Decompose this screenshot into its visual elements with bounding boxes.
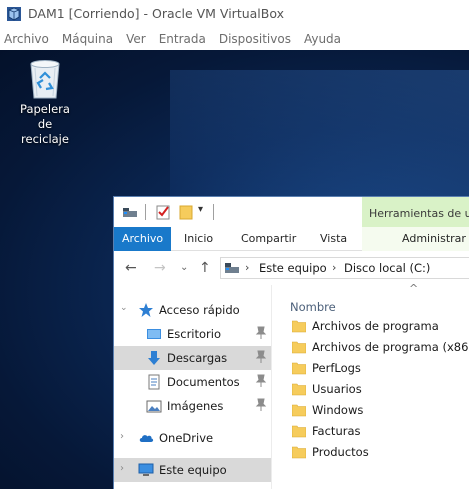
tab-compartir[interactable]: Compartir — [241, 227, 296, 251]
nav-item-documentos[interactable]: Documentos — [114, 370, 271, 394]
folder-name: Archivos de programa — [312, 319, 439, 333]
pc-drive-icon — [225, 263, 239, 273]
list-item[interactable]: Archivos de programa — [272, 316, 469, 337]
list-item[interactable]: Windows — [272, 400, 469, 421]
recycle-bin-shortcut[interactable]: Papelera de reciclaje — [14, 56, 76, 147]
nav-label: Documentos — [167, 375, 240, 389]
folder-icon — [292, 341, 306, 354]
menu-dispositivos[interactable]: Dispositivos — [219, 32, 291, 46]
toolbar-separator — [145, 204, 146, 220]
expand-chevron-icon[interactable]: › — [120, 463, 124, 474]
customize-toolbar-icon[interactable]: ▾ — [198, 204, 203, 220]
file-list[interactable]: ^ Nombre Archivos de programa Archivos d… — [272, 282, 469, 489]
forward-arrow-icon[interactable]: → — [154, 260, 166, 276]
nav-label: Escritorio — [167, 327, 222, 341]
folder-name: Productos — [312, 445, 369, 459]
recycle-bin-icon — [30, 60, 60, 99]
folder-name: Archivos de programa (x86) — [312, 340, 469, 354]
window-title: DAM1 [Corriendo] - Oracle VM VirtualBox — [28, 6, 285, 21]
pin-icon[interactable] — [255, 326, 267, 340]
nav-item-descargas[interactable]: Descargas — [114, 346, 271, 370]
folder-icon — [292, 362, 306, 375]
file-explorer-window[interactable]: ▾ Herramientas de unidad Archivo Inicio … — [113, 196, 469, 489]
nav-item-onedrive[interactable]: › OneDrive — [114, 426, 271, 450]
folder-icon — [292, 383, 306, 396]
properties-icon[interactable] — [155, 204, 171, 220]
quick-access-toolbar: ▾ Herramientas de unidad — [114, 197, 469, 227]
nav-label: Descargas — [167, 351, 228, 365]
expand-chevron-icon[interactable]: › — [120, 431, 124, 442]
list-item[interactable]: PerfLogs — [272, 358, 469, 379]
navigation-pane: ⌄ Acceso rápido Escritorio Descargas Doc… — [114, 285, 271, 489]
nav-label: Imágenes — [167, 399, 224, 413]
nav-label: OneDrive — [159, 431, 214, 445]
list-item[interactable]: Facturas — [272, 421, 469, 442]
toolbar-separator — [213, 204, 214, 220]
list-item[interactable]: Archivos de programa (x86) — [272, 337, 469, 358]
folder-icon — [292, 446, 306, 459]
computer-icon — [138, 463, 154, 476]
download-arrow-icon — [148, 351, 160, 365]
list-item[interactable]: Usuarios — [272, 379, 469, 400]
star-icon — [139, 303, 153, 317]
nav-label: Acceso rápido — [159, 303, 240, 317]
documents-icon — [148, 374, 160, 390]
up-arrow-icon[interactable]: ↑ — [199, 260, 211, 276]
folder-name: PerfLogs — [312, 361, 361, 375]
folder-icon — [292, 320, 306, 333]
menu-ayuda[interactable]: Ayuda — [304, 32, 341, 46]
vbox-menubar: Archivo Máquina Ver Entrada Dispositivos… — [0, 27, 469, 50]
folder-icon — [292, 404, 306, 417]
ribbon-tabs: Archivo Inicio Compartir Vista Administr… — [114, 227, 469, 251]
recycle-bin-label-line1: Papelera de — [20, 102, 70, 131]
pin-icon[interactable] — [255, 374, 267, 388]
folder-name: Usuarios — [312, 382, 362, 396]
pictures-icon — [146, 400, 162, 413]
nav-item-escritorio[interactable]: Escritorio — [114, 322, 271, 346]
nav-item-este-equipo[interactable]: › Este equipo — [114, 458, 271, 482]
breadcrumb-disco-local[interactable]: Disco local (C:) — [344, 261, 430, 275]
column-header-nombre[interactable]: Nombre — [290, 300, 336, 314]
address-bar[interactable]: › Este equipo › Disco local (C:) — [220, 257, 469, 279]
tab-vista[interactable]: Vista — [320, 227, 347, 251]
pin-icon[interactable] — [255, 350, 267, 364]
menu-maquina[interactable]: Máquina — [62, 32, 113, 46]
expand-chevron-icon[interactable]: ⌄ — [120, 303, 128, 313]
drive-icon[interactable] — [122, 204, 138, 220]
desktop-icon — [147, 329, 161, 339]
recycle-bin-label-line2: reciclaje — [21, 132, 69, 146]
drive-tools-tab[interactable]: Herramientas de unidad — [362, 197, 469, 227]
menu-ver[interactable]: Ver — [126, 32, 146, 46]
breadcrumb-separator-icon: › — [245, 261, 250, 274]
folder-icon — [292, 425, 306, 438]
nav-item-imagenes[interactable]: Imágenes — [114, 394, 271, 418]
sort-ascending-icon: ^ — [409, 282, 419, 295]
recent-locations-chevron-icon[interactable]: ⌄ — [180, 260, 188, 276]
breadcrumb-separator-icon: › — [332, 261, 337, 274]
virtualbox-icon — [7, 6, 21, 21]
tab-archivo[interactable]: Archivo — [114, 227, 172, 251]
new-folder-icon[interactable] — [178, 204, 194, 220]
nav-label: Este equipo — [159, 463, 227, 477]
back-arrow-icon[interactable]: ← — [125, 260, 137, 276]
tab-inicio[interactable]: Inicio — [184, 227, 213, 251]
menu-entrada[interactable]: Entrada — [159, 32, 206, 46]
navigation-bar: ← → ⌄ ↑ › Este equipo › Disco local (C:) — [114, 252, 469, 284]
breadcrumb-este-equipo[interactable]: Este equipo — [259, 261, 327, 275]
folder-name: Facturas — [312, 424, 361, 438]
nav-item-acceso-rapido[interactable]: ⌄ Acceso rápido — [114, 298, 271, 322]
tab-administrar[interactable]: Administrar — [402, 227, 466, 251]
menu-archivo[interactable]: Archivo — [4, 32, 49, 46]
pin-icon[interactable] — [255, 398, 267, 412]
folder-name: Windows — [312, 403, 364, 417]
cloud-icon — [139, 435, 154, 442]
vbox-titlebar: DAM1 [Corriendo] - Oracle VM VirtualBox — [0, 0, 469, 27]
list-item[interactable]: Productos — [272, 442, 469, 463]
